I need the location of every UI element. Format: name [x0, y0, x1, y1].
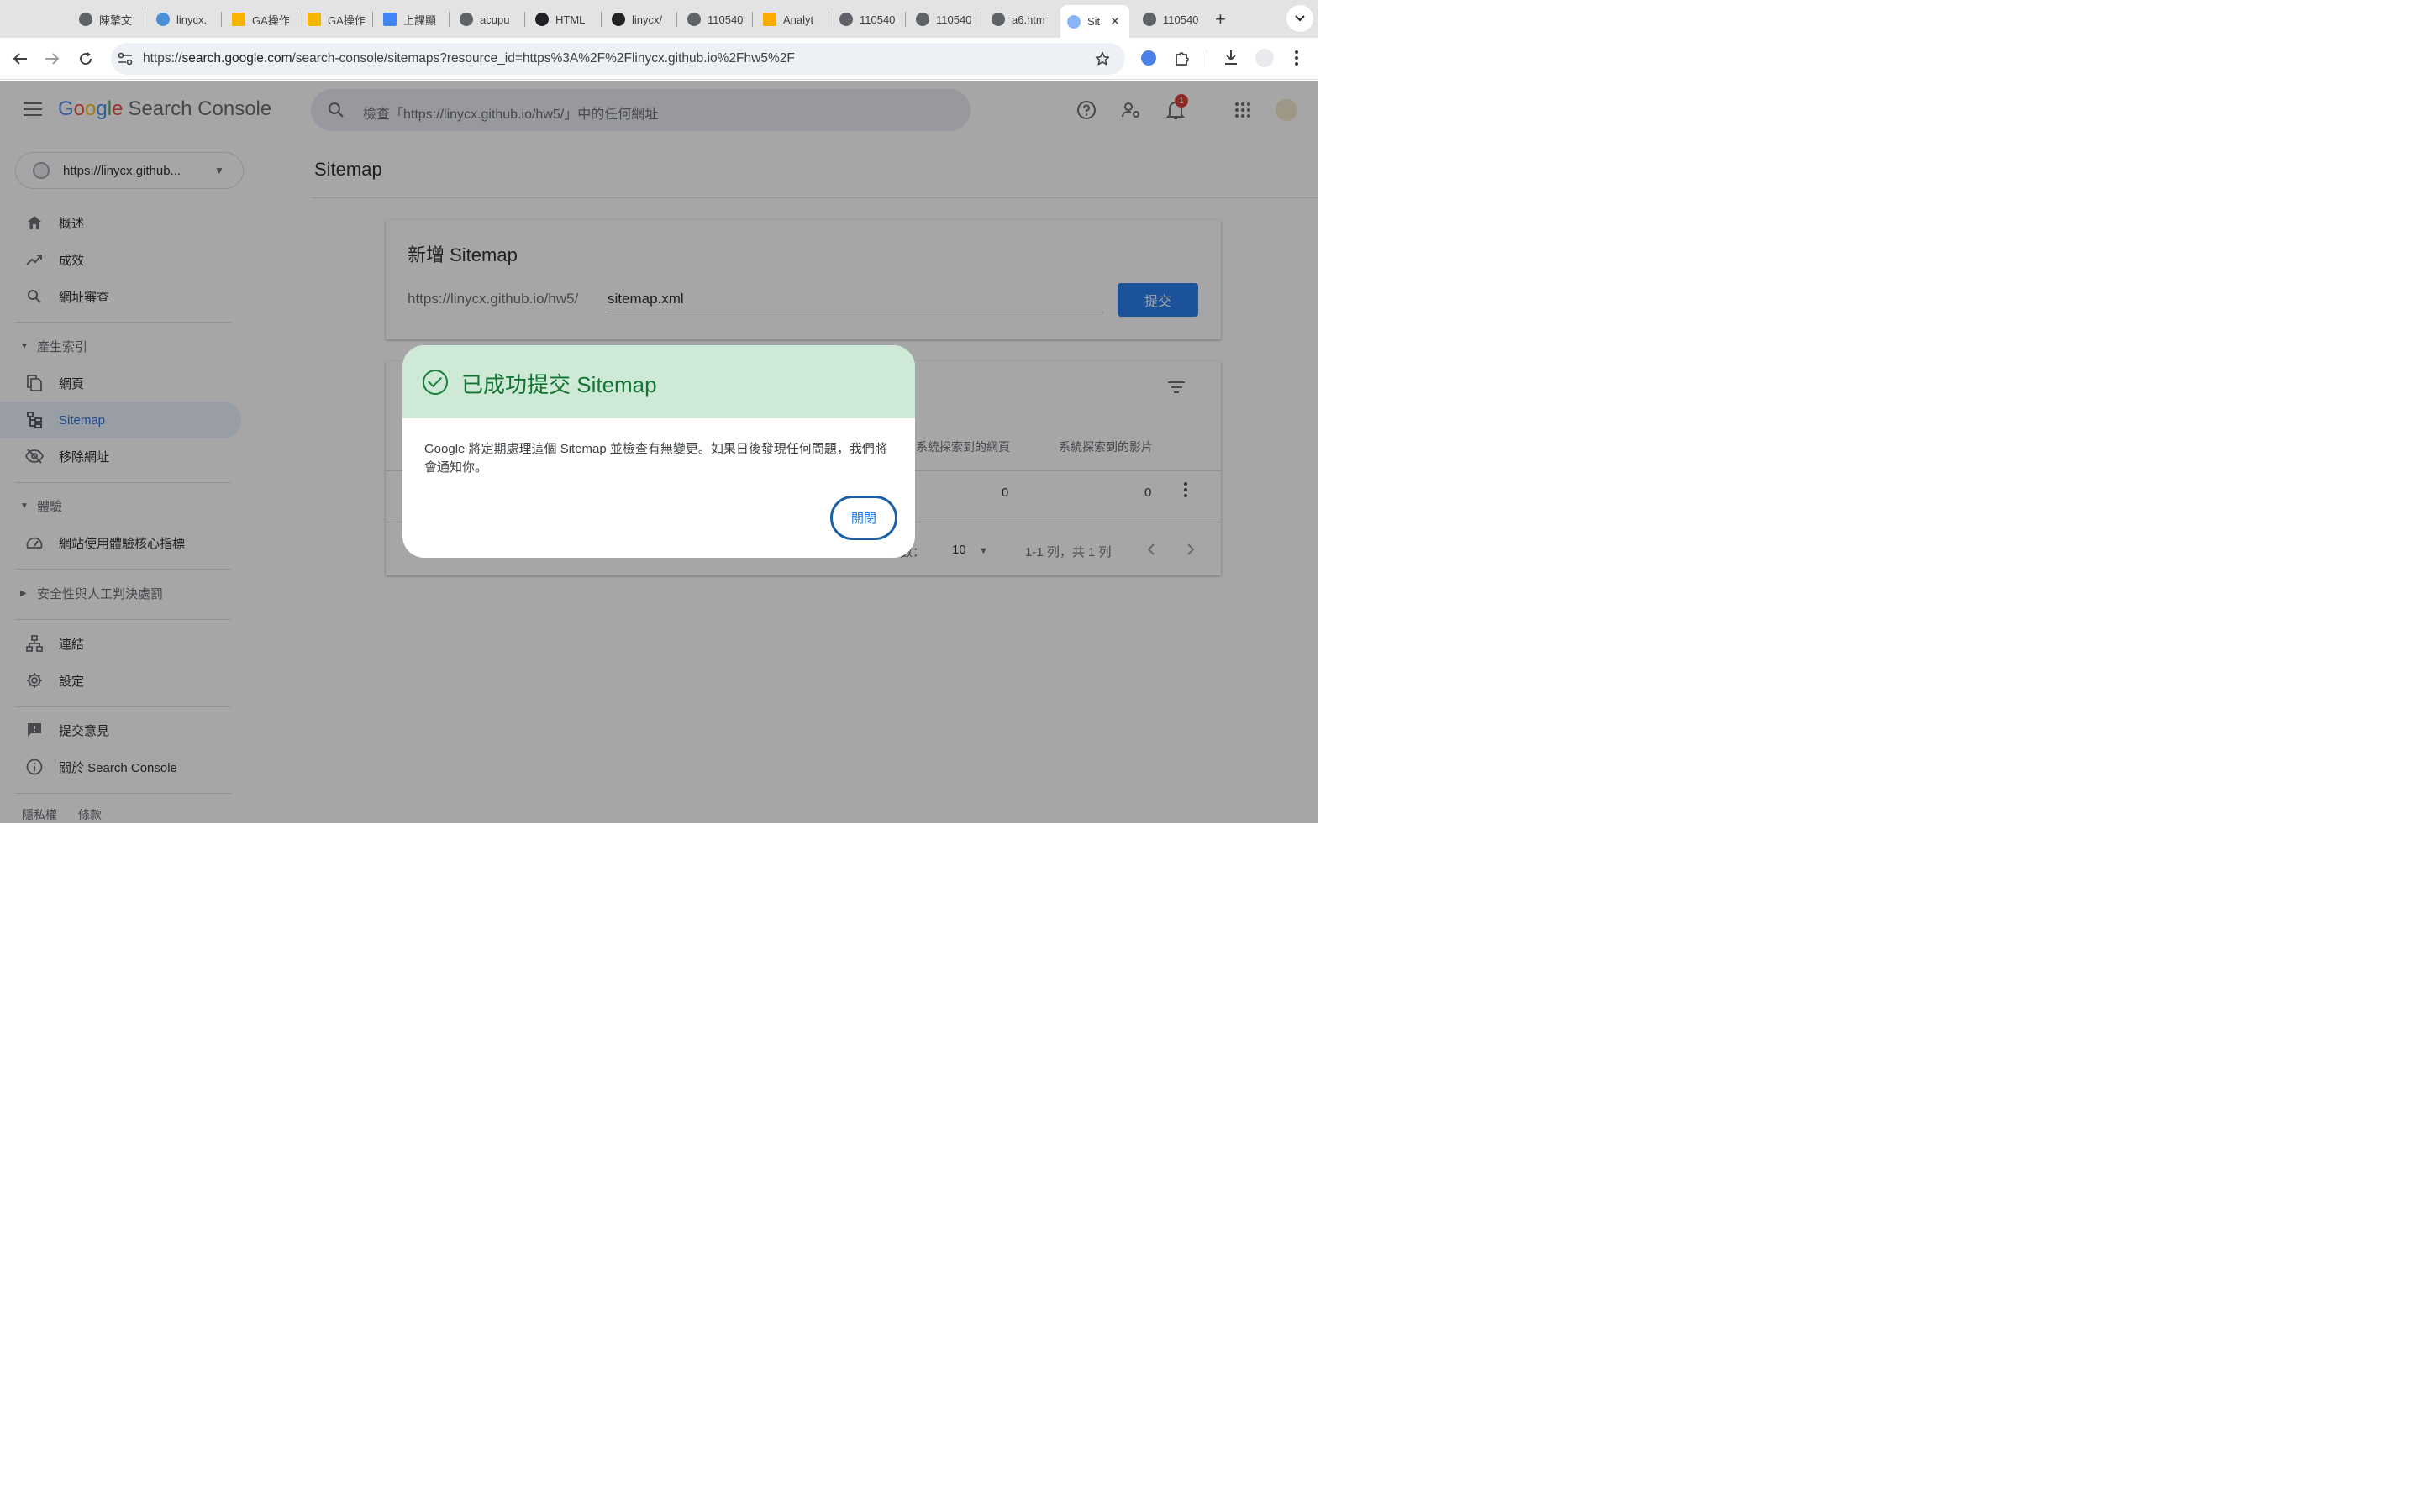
slides-icon — [308, 13, 321, 26]
globe-icon — [79, 13, 92, 26]
analytics-icon — [763, 13, 776, 26]
close-button[interactable]: 關閉 — [830, 496, 897, 540]
browser-tab[interactable]: a6.htm — [992, 7, 1050, 32]
chevron-down-icon — [1295, 15, 1305, 22]
browser-tab[interactable]: 上課顯 — [383, 7, 442, 32]
site-info-icon[interactable] — [118, 52, 133, 66]
arrow-left-icon — [13, 53, 27, 65]
tab-title: HTML — [555, 13, 586, 26]
tab-title: linycx. — [176, 13, 208, 26]
browser-tab[interactable]: 110540 — [687, 7, 744, 32]
url-scheme: https:// — [143, 51, 182, 66]
search-console-icon — [1067, 14, 1081, 29]
download-icon[interactable] — [1223, 49, 1239, 66]
tab-title: acupu — [480, 13, 510, 26]
reload-icon — [80, 52, 92, 66]
sitemap-submitted-dialog: 已成功提交 Sitemap Google 將定期處理這個 Sitemap 並檢查… — [402, 345, 915, 558]
browser-toolbar: https://search.google.com/search-console… — [0, 38, 1318, 80]
tab-title: 110540 — [708, 13, 744, 26]
back-button[interactable] — [9, 48, 31, 70]
tab-title: linycx/ — [632, 13, 663, 26]
browser-tab[interactable]: 110540 — [1143, 7, 1200, 32]
tab-title: 陳擎文 — [99, 13, 133, 27]
browser-tab[interactable]: HTML — [535, 7, 594, 32]
globe-icon — [916, 13, 929, 26]
browser-tab-strip: 陳擎文 linycx. GA操作 GA操作 上課顯 acupu HTML lin… — [0, 0, 1318, 38]
close-icon[interactable]: ✕ — [1110, 14, 1120, 29]
check-circle-icon — [423, 370, 448, 395]
browser-tab[interactable]: 110540 — [916, 7, 973, 32]
url-host: search.google.com — [182, 51, 292, 66]
globe-icon — [839, 13, 853, 26]
forward-button[interactable] — [41, 48, 63, 70]
globe-icon — [156, 13, 170, 26]
tab-title: GA操作 — [252, 13, 290, 27]
globe-icon — [460, 13, 473, 26]
browser-tab-active[interactable]: Sit ✕ — [1060, 5, 1129, 38]
openai-icon — [535, 13, 549, 26]
docs-icon — [383, 13, 397, 26]
globe-icon — [687, 13, 701, 26]
browser-tab[interactable]: 陳擎文 — [79, 7, 138, 32]
more-vert-icon[interactable] — [1294, 50, 1299, 66]
extension-icon[interactable] — [1141, 50, 1156, 66]
reload-button[interactable] — [75, 48, 97, 70]
globe-icon — [1143, 13, 1156, 26]
tab-search-button[interactable] — [1286, 5, 1313, 32]
url-text[interactable]: https://search.google.com/search-console… — [143, 51, 795, 66]
puzzle-icon[interactable] — [1174, 50, 1191, 66]
new-tab-button[interactable]: + — [1215, 8, 1226, 30]
tab-title: 上課顯 — [403, 13, 437, 27]
browser-tab[interactable]: Analyt — [763, 7, 820, 32]
browser-tab[interactable]: GA操作 — [308, 7, 366, 32]
tab-title: Sit — [1087, 15, 1101, 28]
github-icon — [612, 13, 625, 26]
dialog-message: Google 將定期處理這個 Sitemap 並檢查有無變更。如果日後發現任何問… — [424, 442, 887, 475]
browser-tab[interactable]: GA操作 — [232, 7, 291, 32]
tab-title: a6.htm — [1012, 13, 1045, 26]
tab-title: GA操作 — [328, 13, 366, 27]
browser-tab[interactable]: linycx/ — [612, 7, 671, 32]
browser-tab[interactable]: acupu — [460, 7, 518, 32]
tab-title: 110540 — [1163, 13, 1199, 26]
address-bar[interactable]: https://search.google.com/search-console… — [111, 43, 1125, 75]
arrow-right-icon — [45, 53, 60, 65]
tab-title: 110540 — [936, 13, 972, 26]
browser-tab[interactable]: 110540 — [839, 7, 897, 32]
browser-tab[interactable]: linycx. — [156, 7, 213, 32]
slides-icon — [232, 13, 245, 26]
dialog-title: 已成功提交 Sitemap — [461, 372, 657, 397]
dialog-header: 已成功提交 Sitemap — [402, 345, 915, 418]
profile-avatar[interactable] — [1255, 49, 1274, 67]
url-path: /search-console/sitemaps?resource_id=htt… — [292, 51, 795, 66]
tab-title: 110540 — [860, 13, 896, 26]
globe-icon — [992, 13, 1005, 26]
star-icon[interactable] — [1095, 51, 1110, 66]
tab-title: Analyt — [783, 13, 814, 26]
